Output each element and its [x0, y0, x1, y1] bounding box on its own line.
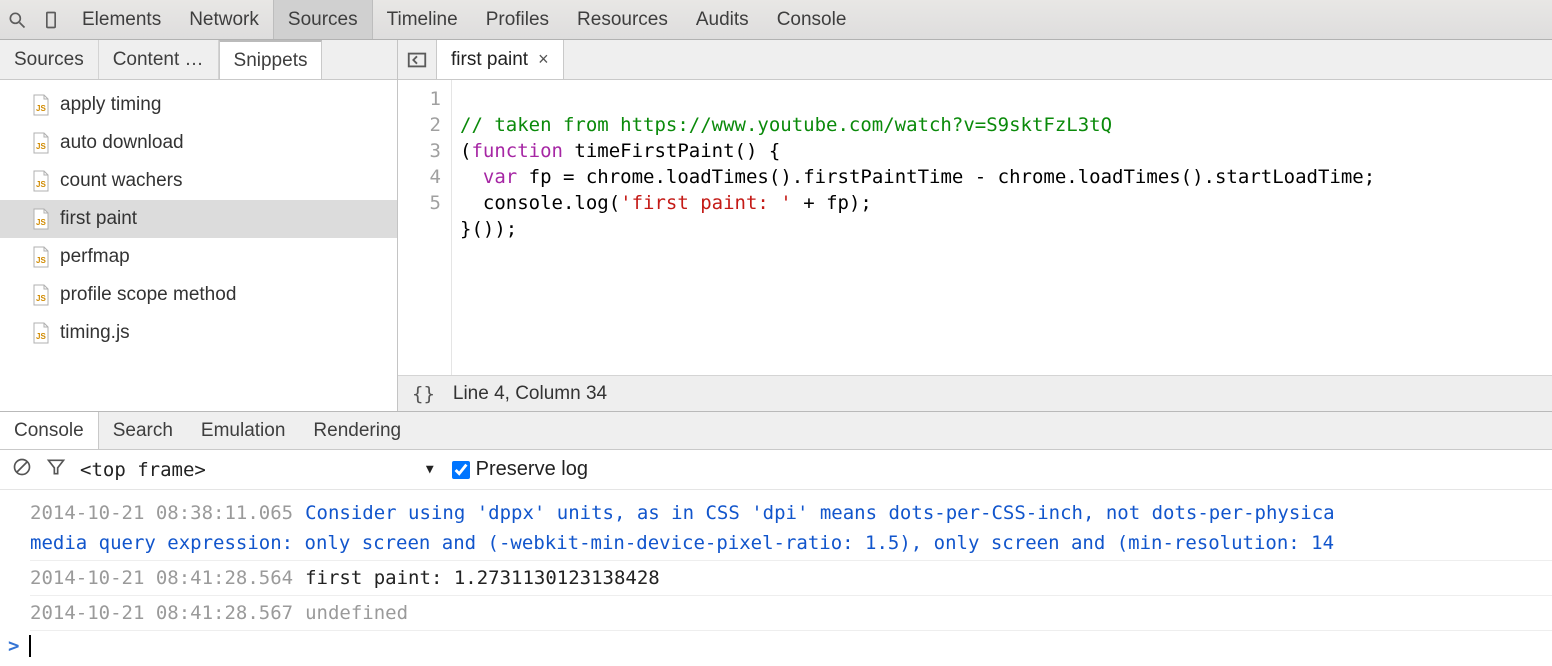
preserve-log-checkbox[interactable]: Preserve log: [448, 458, 588, 482]
code-lines: // taken from https://www.youtube.com/wa…: [452, 80, 1375, 375]
tab-console[interactable]: Console: [763, 0, 861, 39]
tab-audits[interactable]: Audits: [682, 0, 763, 39]
snippet-label: first paint: [60, 208, 137, 230]
sources-sidebar: SourcesContent …Snippets JSapply timingJ…: [0, 40, 398, 411]
tab-network[interactable]: Network: [175, 0, 273, 39]
console-toolbar: <top frame> ▼ Preserve log: [0, 450, 1552, 490]
editor-status-bar: {} Line 4, Column 34: [398, 375, 1552, 411]
svg-text:JS: JS: [36, 104, 46, 113]
console-message: first paint: 1.2731130123138428: [305, 567, 660, 589]
snippet-item[interactable]: JS auto download: [0, 124, 397, 162]
drawer-tabs: ConsoleSearchEmulationRendering: [0, 412, 1552, 450]
snippet-item[interactable]: JS timing.js: [0, 314, 397, 352]
drawer-tab-console[interactable]: Console: [0, 412, 99, 449]
drawer-tab-emulation[interactable]: Emulation: [187, 412, 300, 449]
console-row: 2014-10-21 08:41:28.567 undefined: [30, 596, 1552, 631]
js-file-icon: JS: [32, 208, 50, 230]
snippet-item[interactable]: JS first paint: [0, 200, 397, 238]
line-gutter: 1 2 3 4 5: [398, 80, 452, 375]
navigator-toggle-icon[interactable]: [398, 40, 437, 79]
console-timestamp: 2014-10-21 08:41:28.564: [30, 567, 293, 589]
snippet-label: perfmap: [60, 246, 130, 268]
search-icon[interactable]: [0, 0, 34, 39]
js-file-icon: JS: [32, 284, 50, 306]
console-messages: 2014-10-21 08:38:11.065 Consider using 'd…: [0, 490, 1552, 631]
console-prompt[interactable]: >: [0, 631, 1552, 657]
snippet-item[interactable]: JS perfmap: [0, 238, 397, 276]
tab-profiles[interactable]: Profiles: [472, 0, 563, 39]
snippet-label: profile scope method: [60, 284, 236, 306]
sidebar-tab-snippets[interactable]: Snippets: [219, 40, 323, 79]
console-message: undefined: [305, 602, 408, 624]
text-caret: [29, 635, 31, 657]
tab-elements[interactable]: Elements: [68, 0, 175, 39]
sidebar-tab-sources[interactable]: Sources: [0, 40, 99, 79]
close-icon[interactable]: ×: [538, 49, 549, 70]
clear-console-icon[interactable]: [12, 457, 32, 483]
tab-resources[interactable]: Resources: [563, 0, 682, 39]
snippet-label: auto download: [60, 132, 184, 154]
js-file-icon: JS: [32, 322, 50, 344]
filter-icon[interactable]: [46, 457, 66, 483]
snippet-label: timing.js: [60, 322, 130, 344]
frame-selector[interactable]: <top frame> ▼: [80, 459, 434, 481]
sidebar-tabs: SourcesContent …Snippets: [0, 40, 397, 80]
editor-tab-first-paint[interactable]: first paint ×: [437, 40, 564, 79]
drawer-tab-rendering[interactable]: Rendering: [299, 412, 415, 449]
sources-panel: SourcesContent …Snippets JSapply timingJ…: [0, 40, 1552, 412]
tab-timeline[interactable]: Timeline: [373, 0, 472, 39]
editor-tabbar: first paint ×: [398, 40, 1552, 80]
snippet-item[interactable]: JS profile scope method: [0, 276, 397, 314]
js-file-icon: JS: [32, 132, 50, 154]
devtools-toolbar: ElementsNetworkSourcesTimelineProfilesRe…: [0, 0, 1552, 40]
svg-text:JS: JS: [36, 142, 46, 151]
console-message: Consider using 'dppx' units, as in CSS '…: [305, 502, 1335, 524]
svg-text:JS: JS: [36, 256, 46, 265]
snippet-label: count wachers: [60, 170, 183, 192]
svg-text:JS: JS: [36, 218, 46, 227]
svg-text:JS: JS: [36, 332, 46, 341]
prompt-chevron-icon: >: [8, 635, 19, 657]
svg-text:JS: JS: [36, 180, 46, 189]
console-timestamp: 2014-10-21 08:38:11.065: [30, 502, 293, 524]
console-row: 2014-10-21 08:38:11.065 Consider using 'd…: [30, 496, 1552, 561]
console-row: 2014-10-21 08:41:28.564 first paint: 1.27…: [30, 561, 1552, 596]
svg-text:JS: JS: [36, 294, 46, 303]
snippet-item[interactable]: JS count wachers: [0, 162, 397, 200]
chevron-down-icon: ▼: [426, 462, 434, 477]
snippet-item[interactable]: JS apply timing: [0, 86, 397, 124]
editor-tab-label: first paint: [451, 49, 528, 71]
js-file-icon: JS: [32, 94, 50, 116]
tab-sources[interactable]: Sources: [273, 0, 373, 39]
snippet-list: JS apply timing JS auto download JS count wac…: [0, 80, 397, 411]
drawer-tab-search[interactable]: Search: [99, 412, 187, 449]
console-timestamp: 2014-10-21 08:41:28.567: [30, 602, 293, 624]
code-editor: first paint × 1 2 3 4 5 // taken from ht…: [398, 40, 1552, 411]
js-file-icon: JS: [32, 170, 50, 192]
code-area[interactable]: 1 2 3 4 5 // taken from https://www.yout…: [398, 80, 1552, 375]
cursor-position: Line 4, Column 34: [453, 383, 607, 405]
console-message: media query expression: only screen and …: [30, 528, 1552, 558]
console-drawer: <top frame> ▼ Preserve log 2014-10-21 08…: [0, 450, 1552, 657]
main-tabs: ElementsNetworkSourcesTimelineProfilesRe…: [68, 0, 860, 39]
js-file-icon: JS: [32, 246, 50, 268]
sidebar-tab-content-[interactable]: Content …: [99, 40, 219, 79]
pretty-print-icon[interactable]: {}: [412, 383, 435, 405]
device-mode-icon[interactable]: [34, 0, 68, 39]
snippet-label: apply timing: [60, 94, 161, 116]
